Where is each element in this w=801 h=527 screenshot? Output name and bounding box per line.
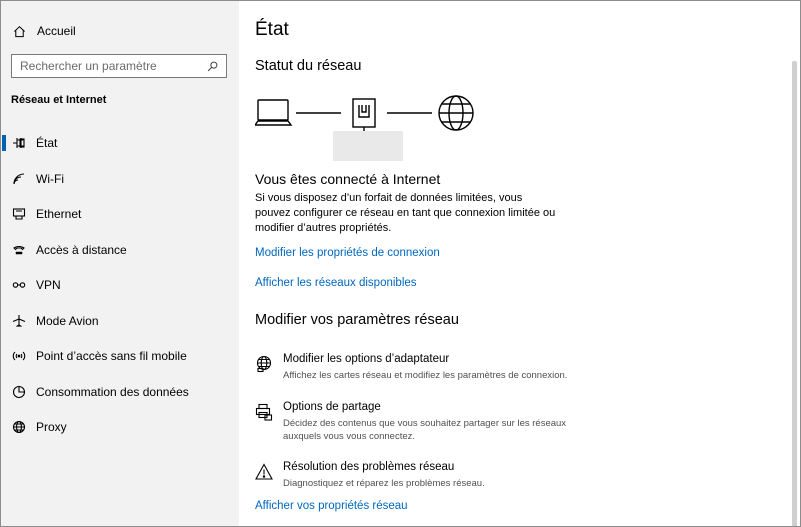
vpn-icon (12, 278, 26, 292)
option-title: Modifier les options d’adaptateur (283, 353, 450, 365)
dialup-icon (12, 243, 26, 257)
home-label: Accueil (37, 24, 76, 38)
sidebar-item-mobile-hotspot[interactable]: Point d’accès sans fil mobile (1, 342, 239, 370)
sidebar-item-label: Wi-Fi (36, 172, 64, 186)
settings-window: Accueil Rechercher un paramètre Réseau e… (0, 0, 801, 527)
sidebar-item-remote-access[interactable]: Accès à distance (1, 236, 239, 264)
network-status-title: Statut du réseau (255, 58, 362, 74)
option-description: Décidez des contenus que vous souhaitez … (283, 417, 583, 443)
printer-share-icon (255, 403, 273, 421)
status-icon (12, 136, 26, 150)
connected-desc-line: Si vous disposez d’un forfait de données… (255, 192, 523, 204)
laptop-icon (255, 99, 293, 126)
scrollbar[interactable] (786, 1, 800, 526)
sidebar-item-label: Ethernet (36, 207, 82, 221)
option-title: Résolution des problèmes réseau (283, 461, 455, 473)
view-network-properties-link[interactable]: Afficher vos propriétés réseau (255, 500, 408, 512)
sidebar-item-label: Point d’accès sans fil mobile (36, 349, 187, 363)
page-title: État (255, 19, 289, 40)
sidebar-item-label: Consommation des données (36, 385, 189, 399)
sidebar-item-label: Proxy (36, 420, 67, 434)
connected-desc-line: pouvez configurer ce réseau en tant que … (255, 207, 556, 219)
sidebar-item-proxy[interactable]: Proxy (1, 413, 239, 441)
home-icon (14, 25, 25, 37)
sharing-options-item[interactable]: Options de partage Décidez des contenus … (255, 401, 675, 443)
sidebar-item-label: Accès à distance (36, 243, 127, 257)
sidebar-item-vpn[interactable]: VPN (1, 271, 239, 299)
globe-icon (255, 355, 273, 373)
data-usage-icon (12, 385, 26, 399)
sidebar-item-label: Mode Avion (36, 314, 99, 328)
airplane-icon (12, 314, 26, 328)
section-title: Réseau et Internet (11, 94, 107, 106)
wifi-icon (12, 172, 26, 186)
connected-description: Si vous disposez d’un forfait de données… (255, 191, 575, 236)
sidebar-item-data-usage[interactable]: Consommation des données (1, 378, 239, 406)
search-placeholder: Rechercher un paramètre (20, 59, 157, 73)
connected-title: Vous êtes connecté à Internet (255, 171, 441, 187)
ethernet-icon (12, 207, 26, 221)
network-name-redacted (333, 131, 403, 161)
hotspot-icon (12, 349, 26, 363)
network-troubleshooter-item[interactable]: Résolution des problèmes réseau Diagnost… (255, 461, 675, 501)
sidebar-item-wifi[interactable]: Wi-Fi (1, 165, 239, 193)
globe-icon (438, 95, 474, 131)
sidebar-item-etat[interactable]: État (1, 129, 239, 157)
option-desc-line: auxquels vous vous connectez. (283, 431, 416, 442)
adapter-options-item[interactable]: Modifier les options d’adaptateur Affich… (255, 353, 675, 393)
option-description: Affichez les cartes réseau et modifiez l… (283, 370, 568, 381)
modify-connection-properties-link[interactable]: Modifier les propriétés de connexion (255, 247, 440, 259)
connected-desc-line: modifier d’autres propriétés. (255, 222, 392, 234)
option-description: Diagnostiquez et réparez les problèmes r… (283, 478, 485, 489)
scrollbar-thumb[interactable] (792, 61, 797, 526)
show-available-networks-link[interactable]: Afficher les réseaux disponibles (255, 277, 417, 289)
sidebar-item-ethernet[interactable]: Ethernet (1, 200, 239, 228)
sidebar-item-airplane-mode[interactable]: Mode Avion (1, 307, 239, 335)
router-icon (352, 98, 376, 133)
modify-network-settings-title: Modifier vos paramètres réseau (255, 312, 459, 328)
search-input[interactable]: Rechercher un paramètre (11, 54, 227, 78)
sidebar-item-label: VPN (36, 278, 61, 292)
option-title: Options de partage (283, 401, 381, 413)
home-nav-item[interactable]: Accueil (13, 21, 76, 41)
main-content: État Statut du réseau Vous êtes connecté… (239, 1, 787, 526)
globe-icon (12, 420, 26, 434)
option-desc-line: Décidez des contenus que vous souhaitez … (283, 418, 567, 429)
sidebar: Accueil Rechercher un paramètre Réseau e… (1, 1, 239, 526)
warning-icon (255, 463, 273, 481)
search-icon (207, 61, 218, 71)
sidebar-item-label: État (36, 136, 58, 150)
